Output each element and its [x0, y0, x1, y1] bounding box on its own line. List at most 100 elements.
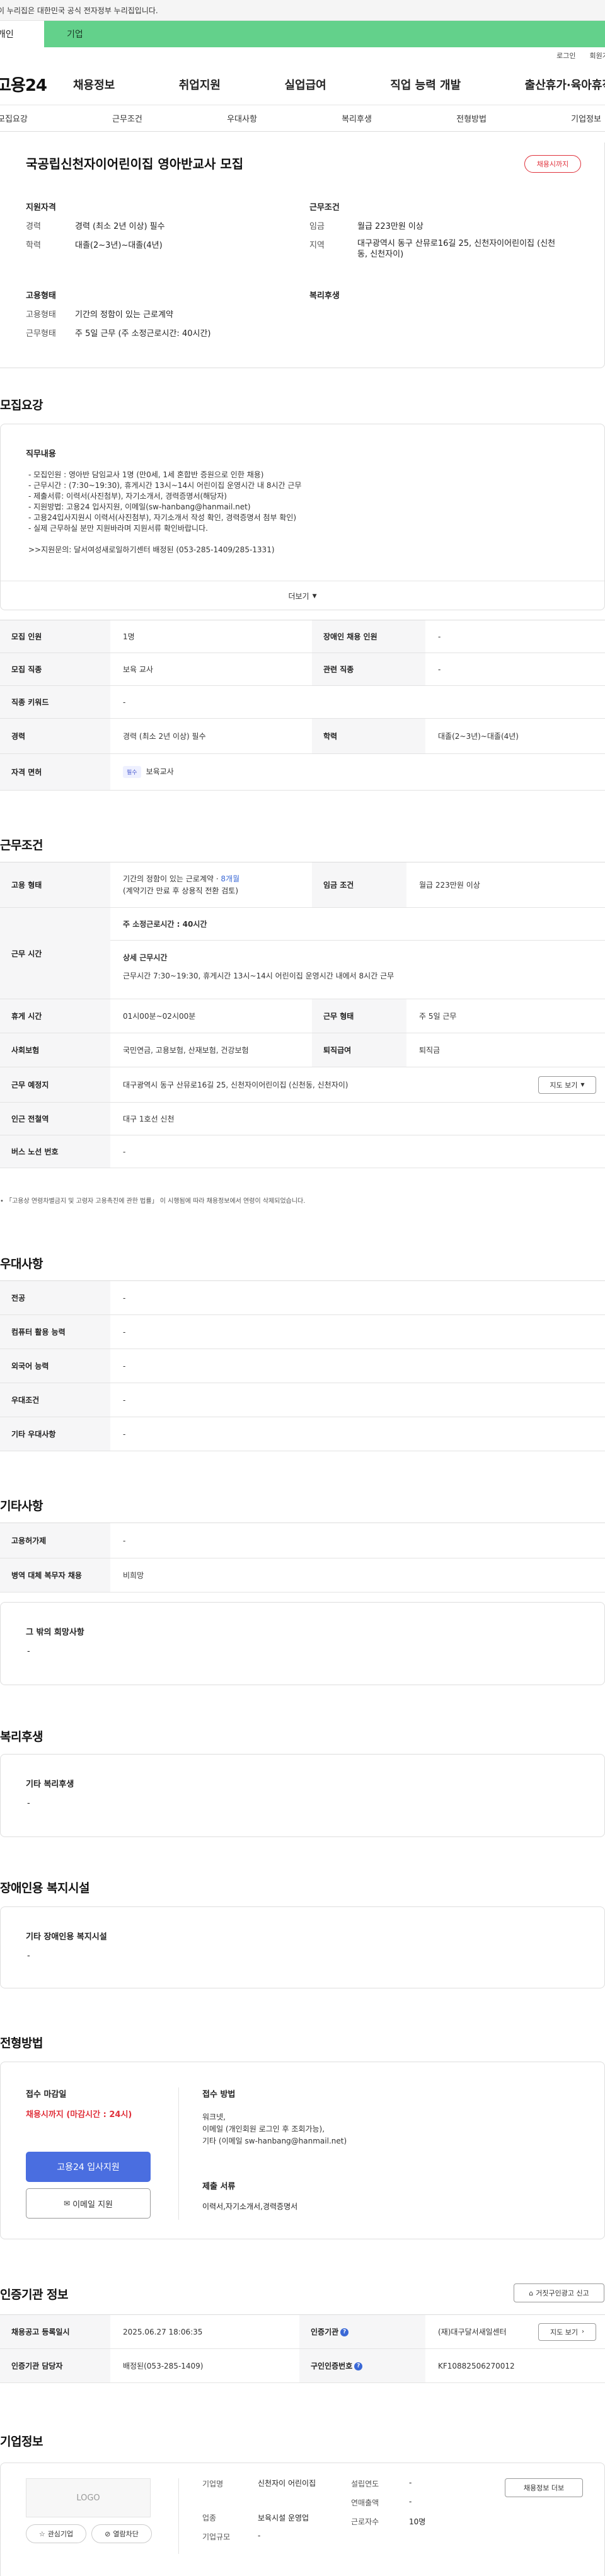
- cert-map-label: 지도 보기: [550, 2328, 578, 2336]
- company-divider: [178, 2478, 179, 2554]
- info-icon[interactable]: ?: [340, 2328, 349, 2336]
- job-line: - 지원방법: 고용24 입사지원, 이메일(sw-hanbang@hanmai…: [28, 502, 251, 511]
- emp-label: 근무형태: [26, 329, 56, 339]
- row-value: -: [110, 1383, 605, 1417]
- more-button[interactable]: 더보기 ▼: [1, 581, 604, 611]
- join-link[interactable]: 회원가입: [590, 50, 605, 61]
- row-label: 근무 시간: [0, 907, 110, 999]
- table-row: 경력 경력 (최소 2년 이상) 필수 학력 대졸(2~3년)~대졸(4년): [0, 718, 605, 754]
- row-label: 고용 형태: [0, 862, 110, 908]
- emp-label: 고용형태: [26, 310, 56, 320]
- table-row: 자격 면허 필수 보육교사: [0, 753, 605, 791]
- job-desc-card: 직무내용 - 모집인원 : 영아반 담임교사 1명 (만0세, 1세 혼합반 증…: [0, 424, 605, 610]
- row-value: -: [110, 1314, 605, 1349]
- method-line: 워크넷,: [202, 2113, 226, 2121]
- nav-leave[interactable]: 출산휴가·육아휴직: [525, 76, 605, 93]
- company-jobs-button[interactable]: 채용정보 더보: [505, 2478, 583, 2497]
- info-icon[interactable]: ?: [354, 2362, 363, 2370]
- tab-recruit[interactable]: 모집요강: [0, 112, 28, 124]
- disabled-label: 기타 장애인용 복지시설: [26, 1932, 107, 1942]
- row-label: 사회보험: [0, 1033, 110, 1067]
- row-label: 채용공고 등록일시: [0, 2314, 110, 2349]
- category-company[interactable]: 기업: [44, 21, 605, 47]
- nav-training[interactable]: 직업 능력 개발: [390, 76, 461, 93]
- etc-title: 기타사항: [0, 1499, 43, 1513]
- row-label: 인증기관 담당자: [0, 2348, 110, 2383]
- table-row: 컴퓨터 활용 능력 -: [0, 1314, 605, 1349]
- site-logo[interactable]: 고용24: [0, 73, 73, 96]
- emp-title: 고용형태: [26, 291, 56, 301]
- chevron-down-icon: ▼: [312, 593, 317, 600]
- qual-title: 지원자격: [26, 203, 56, 212]
- tab-pref[interactable]: 우대사항: [227, 112, 257, 124]
- row-value: -: [425, 620, 605, 653]
- welfare-section-title: 복리후생: [0, 1730, 43, 1744]
- job-line: >>지원문의: 달서여성새로일하기센터 배정된 (053-285-1409/28…: [28, 545, 275, 554]
- job-line: - 실제 근무하실 분만 지원바라며 지원서류 확인바랍니다.: [28, 524, 208, 533]
- job-line: - 근무시간 : (7:30~19:30), 휴게시간 13시~14시 어린이집…: [28, 481, 302, 490]
- report-button[interactable]: ⌂ 거짓구인광고 신고: [514, 2283, 604, 2302]
- tab-work[interactable]: 근무조건: [112, 112, 142, 124]
- company-card: LOGO ☆ 관심기업 ⊘ 열람차단 기업명 신천자이 어린이집 업종 보육시설 운…: [0, 2463, 605, 2576]
- cert-map-button[interactable]: 지도 보기 ›: [538, 2323, 596, 2341]
- wish-value: -: [27, 1647, 30, 1656]
- job-title: 국공립신천자이어린이집 영아반교사 모집: [26, 156, 244, 171]
- emp-separator: ·: [213, 874, 221, 883]
- favorite-company-button[interactable]: ☆ 관심기업: [26, 2524, 86, 2543]
- qual-value: 대졸(2~3년)~대졸(4년): [75, 241, 163, 250]
- row-label: 병역 대체 복무자 채용: [0, 1558, 110, 1593]
- docs-label: 제출 서류: [202, 2182, 236, 2191]
- tab-welfare[interactable]: 복리후생: [342, 112, 372, 124]
- table-row: 인근 전철역 대구 1호선 신천: [0, 1102, 605, 1135]
- nav-unemployment[interactable]: 실업급여: [285, 76, 326, 93]
- company-logo: LOGO: [26, 2478, 151, 2517]
- apply-button[interactable]: 고용24 입사지원: [26, 2152, 151, 2182]
- age-note-text: 「고용상 연령차별금지 및 고령자 고용촉진에 관한 법률」 이 시행됨에 따라…: [6, 1198, 306, 1205]
- email-apply-button[interactable]: ✉ 이메일 지원: [26, 2188, 151, 2219]
- table-row: 직종 키워드 -: [0, 685, 605, 719]
- util-bar: 로그인 회원가입: [0, 47, 605, 64]
- recruit-table: 모집 인원 1명 장애인 채용 인원 - 모집 직종 보육 교사 관련 직종 -…: [0, 620, 605, 791]
- work-title: 근무조건: [0, 838, 43, 852]
- table-row: 모집 인원 1명 장애인 채용 인원 -: [0, 620, 605, 653]
- nav-support[interactable]: 취업지원: [179, 76, 221, 93]
- row-value: 대졸(2~3년)~대졸(4년): [425, 718, 605, 754]
- standard-hours: 주 소정근로시간 : 40시간: [110, 908, 605, 941]
- cond-title: 근무조건: [309, 203, 340, 212]
- nav-jobs[interactable]: 채용정보: [73, 76, 115, 93]
- table-row: 병역 대체 복무자 채용 비희망: [0, 1558, 605, 1593]
- row-value: -: [110, 1523, 605, 1558]
- row-label: 외국어 능력: [0, 1349, 110, 1383]
- emp-months: 8개월: [221, 874, 240, 883]
- row-label: 우대조건: [0, 1383, 110, 1417]
- table-row: 외국어 능력 -: [0, 1349, 605, 1383]
- main-menu: 채용정보 취업지원 실업급여 직업 능력 개발 출산휴가·육아휴직: [73, 76, 605, 93]
- block-icon: ⊘: [105, 2529, 111, 2538]
- welfare-card: 기타 복리후생 -: [0, 1754, 605, 1837]
- company-label: 업종: [202, 2514, 217, 2522]
- tab-company[interactable]: 기업정보: [571, 112, 601, 124]
- row-label: 기타 우대사항: [0, 1417, 110, 1451]
- favorite-label: 관심기업: [47, 2530, 74, 2538]
- welfare-value: -: [27, 1799, 30, 1808]
- row-value: 주 5일 근무: [406, 999, 605, 1033]
- row-label: 휴게 시간: [0, 999, 110, 1033]
- work-table: 고용 형태 기간의 정함이 있는 근로계약 · 8개월 (계약기간 만료 후 상…: [0, 862, 605, 1168]
- qual-value: 경력 (최소 2년 이상) 필수: [75, 222, 165, 231]
- row-label: 경력: [0, 718, 110, 754]
- row-value: -: [110, 1417, 605, 1451]
- company-jobs-label: 채용정보 더보: [523, 2484, 565, 2492]
- process-divider: [178, 2087, 179, 2220]
- company-label: 기업규모: [202, 2532, 231, 2541]
- row-label: 전공: [0, 1280, 110, 1315]
- cond-value: 대구광역시 동구 산뮤로16길 25, 신천자이어린이집 (신천동, 신천자이): [357, 239, 556, 259]
- map-button[interactable]: 지도 보기 ▼: [538, 1076, 596, 1094]
- category-personal[interactable]: 개인: [0, 21, 44, 47]
- category-bar: 개인 기업: [0, 21, 605, 47]
- row-label: 모집 인원: [0, 620, 110, 653]
- wish-label: 그 밖의 희망사항: [26, 1628, 84, 1637]
- tab-process[interactable]: 전형방법: [456, 112, 487, 124]
- login-link[interactable]: 로그인: [556, 50, 575, 61]
- job-desc-title: 직무내용: [26, 450, 56, 459]
- block-company-button[interactable]: ⊘ 열람차단: [91, 2524, 152, 2543]
